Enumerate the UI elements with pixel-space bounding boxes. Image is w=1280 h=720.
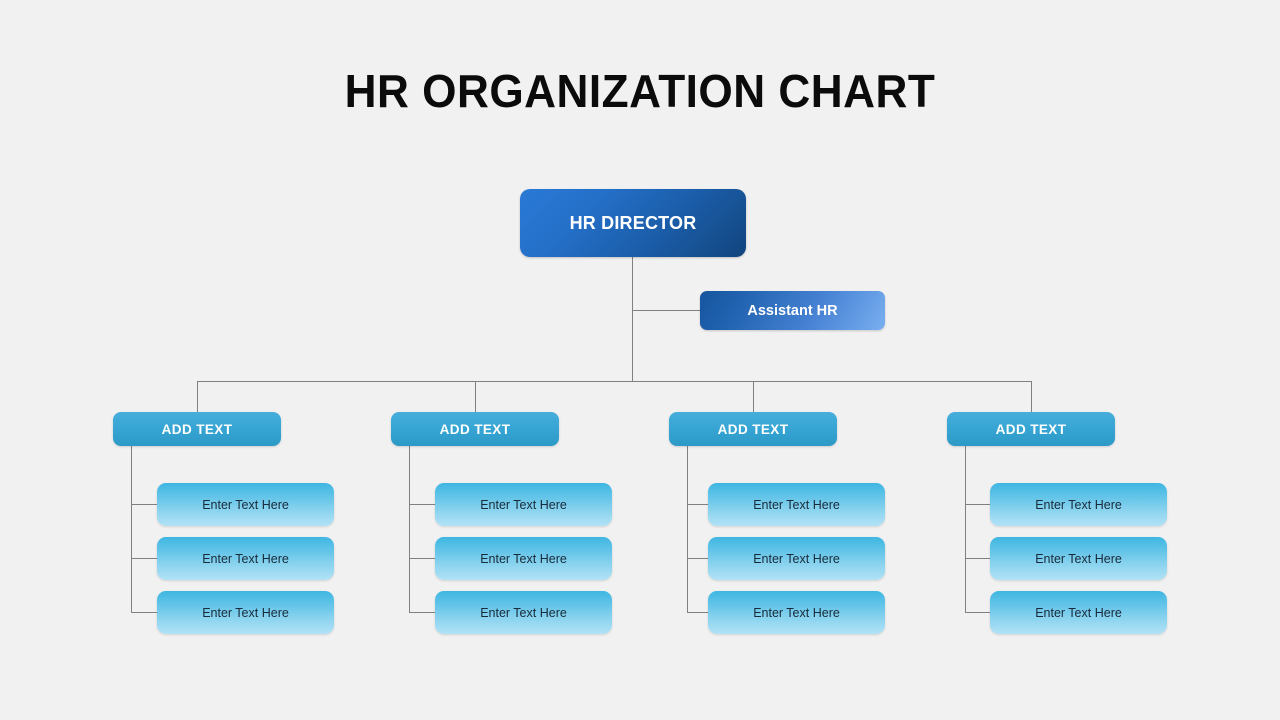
connector-leaf-1-1	[131, 504, 158, 505]
connector-assistant-branch	[632, 310, 701, 311]
node-leaf-2-3[interactable]: Enter Text Here	[435, 591, 612, 634]
connector-leaf-2-2	[409, 558, 436, 559]
connector-director-stem	[632, 257, 633, 381]
node-department-4[interactable]: ADD TEXT	[947, 412, 1115, 446]
connector-drop-dept-4	[1031, 381, 1032, 412]
connector-drop-dept-3	[753, 381, 754, 412]
connector-leaf-1-3	[131, 612, 158, 613]
connector-leaf-4-1	[965, 504, 992, 505]
connector-department-bus	[197, 381, 1031, 382]
node-leaf-3-1[interactable]: Enter Text Here	[708, 483, 885, 526]
node-hr-director[interactable]: HR DIRECTOR	[520, 189, 746, 257]
connector-drop-dept-1	[197, 381, 198, 412]
connector-spine-dept-1	[131, 446, 132, 612]
connector-leaf-4-3	[965, 612, 992, 613]
node-leaf-2-1[interactable]: Enter Text Here	[435, 483, 612, 526]
node-department-2[interactable]: ADD TEXT	[391, 412, 559, 446]
node-leaf-4-2[interactable]: Enter Text Here	[990, 537, 1167, 580]
node-leaf-1-2[interactable]: Enter Text Here	[157, 537, 334, 580]
node-leaf-1-1[interactable]: Enter Text Here	[157, 483, 334, 526]
node-assistant-hr[interactable]: Assistant HR	[700, 291, 885, 330]
connector-leaf-2-3	[409, 612, 436, 613]
node-leaf-3-2[interactable]: Enter Text Here	[708, 537, 885, 580]
connector-leaf-2-1	[409, 504, 436, 505]
node-department-1[interactable]: ADD TEXT	[113, 412, 281, 446]
connector-leaf-1-2	[131, 558, 158, 559]
node-leaf-4-1[interactable]: Enter Text Here	[990, 483, 1167, 526]
node-department-3[interactable]: ADD TEXT	[669, 412, 837, 446]
node-leaf-2-2[interactable]: Enter Text Here	[435, 537, 612, 580]
node-leaf-4-3[interactable]: Enter Text Here	[990, 591, 1167, 634]
node-leaf-1-3[interactable]: Enter Text Here	[157, 591, 334, 634]
connector-spine-dept-2	[409, 446, 410, 612]
connector-leaf-4-2	[965, 558, 992, 559]
node-leaf-3-3[interactable]: Enter Text Here	[708, 591, 885, 634]
connector-drop-dept-2	[475, 381, 476, 412]
org-chart-canvas: HR ORGANIZATION CHART HR DIRECTOR Assist…	[0, 0, 1280, 720]
page-title: HR ORGANIZATION CHART	[344, 65, 936, 117]
connector-spine-dept-3	[687, 446, 688, 612]
connector-spine-dept-4	[965, 446, 966, 612]
